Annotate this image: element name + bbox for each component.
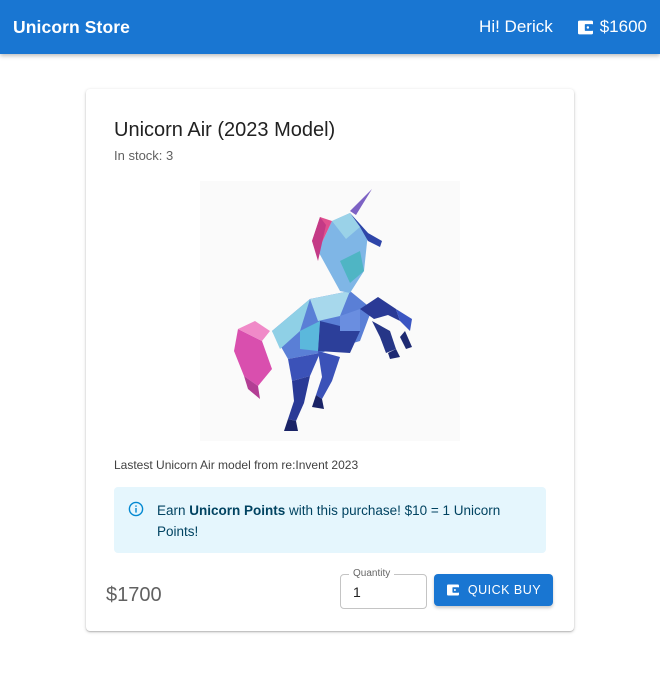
user-greeting: Hi! Derick bbox=[479, 17, 553, 36]
wallet-balance: $1600 bbox=[577, 17, 647, 37]
app-bar: Unicorn Store Hi! Derick $1600 bbox=[0, 0, 660, 54]
stock-count: In stock: 3 bbox=[114, 148, 174, 163]
wallet-icon bbox=[446, 584, 459, 596]
product-image bbox=[200, 181, 460, 441]
alert-bold: Unicorn Points bbox=[189, 503, 286, 518]
product-card: Unicorn Air (2023 Model) In stock: 3 Las… bbox=[86, 89, 574, 631]
quantity-label: Quantity bbox=[349, 568, 395, 579]
product-description: Lastest Unicorn Air model from re:Invent… bbox=[114, 458, 359, 472]
quantity-field[interactable]: Quantity bbox=[340, 568, 427, 609]
points-alert-text: Earn Unicorn Points with this purchase! … bbox=[157, 500, 532, 540]
alert-prefix: Earn bbox=[157, 503, 190, 518]
brand-title[interactable]: Unicorn Store bbox=[13, 17, 130, 38]
wallet-amount: $1600 bbox=[599, 17, 647, 36]
quick-buy-label: QUICK BUY bbox=[467, 583, 542, 597]
product-price: $1700 bbox=[106, 584, 162, 606]
wallet-icon bbox=[577, 20, 593, 34]
product-title: Unicorn Air (2023 Model) bbox=[114, 119, 336, 141]
unicorn-image bbox=[234, 189, 412, 431]
quantity-input[interactable] bbox=[353, 584, 413, 600]
info-icon bbox=[128, 501, 144, 517]
quick-buy-button[interactable]: QUICK BUY bbox=[434, 574, 553, 606]
points-alert: Earn Unicorn Points with this purchase! … bbox=[114, 487, 546, 553]
